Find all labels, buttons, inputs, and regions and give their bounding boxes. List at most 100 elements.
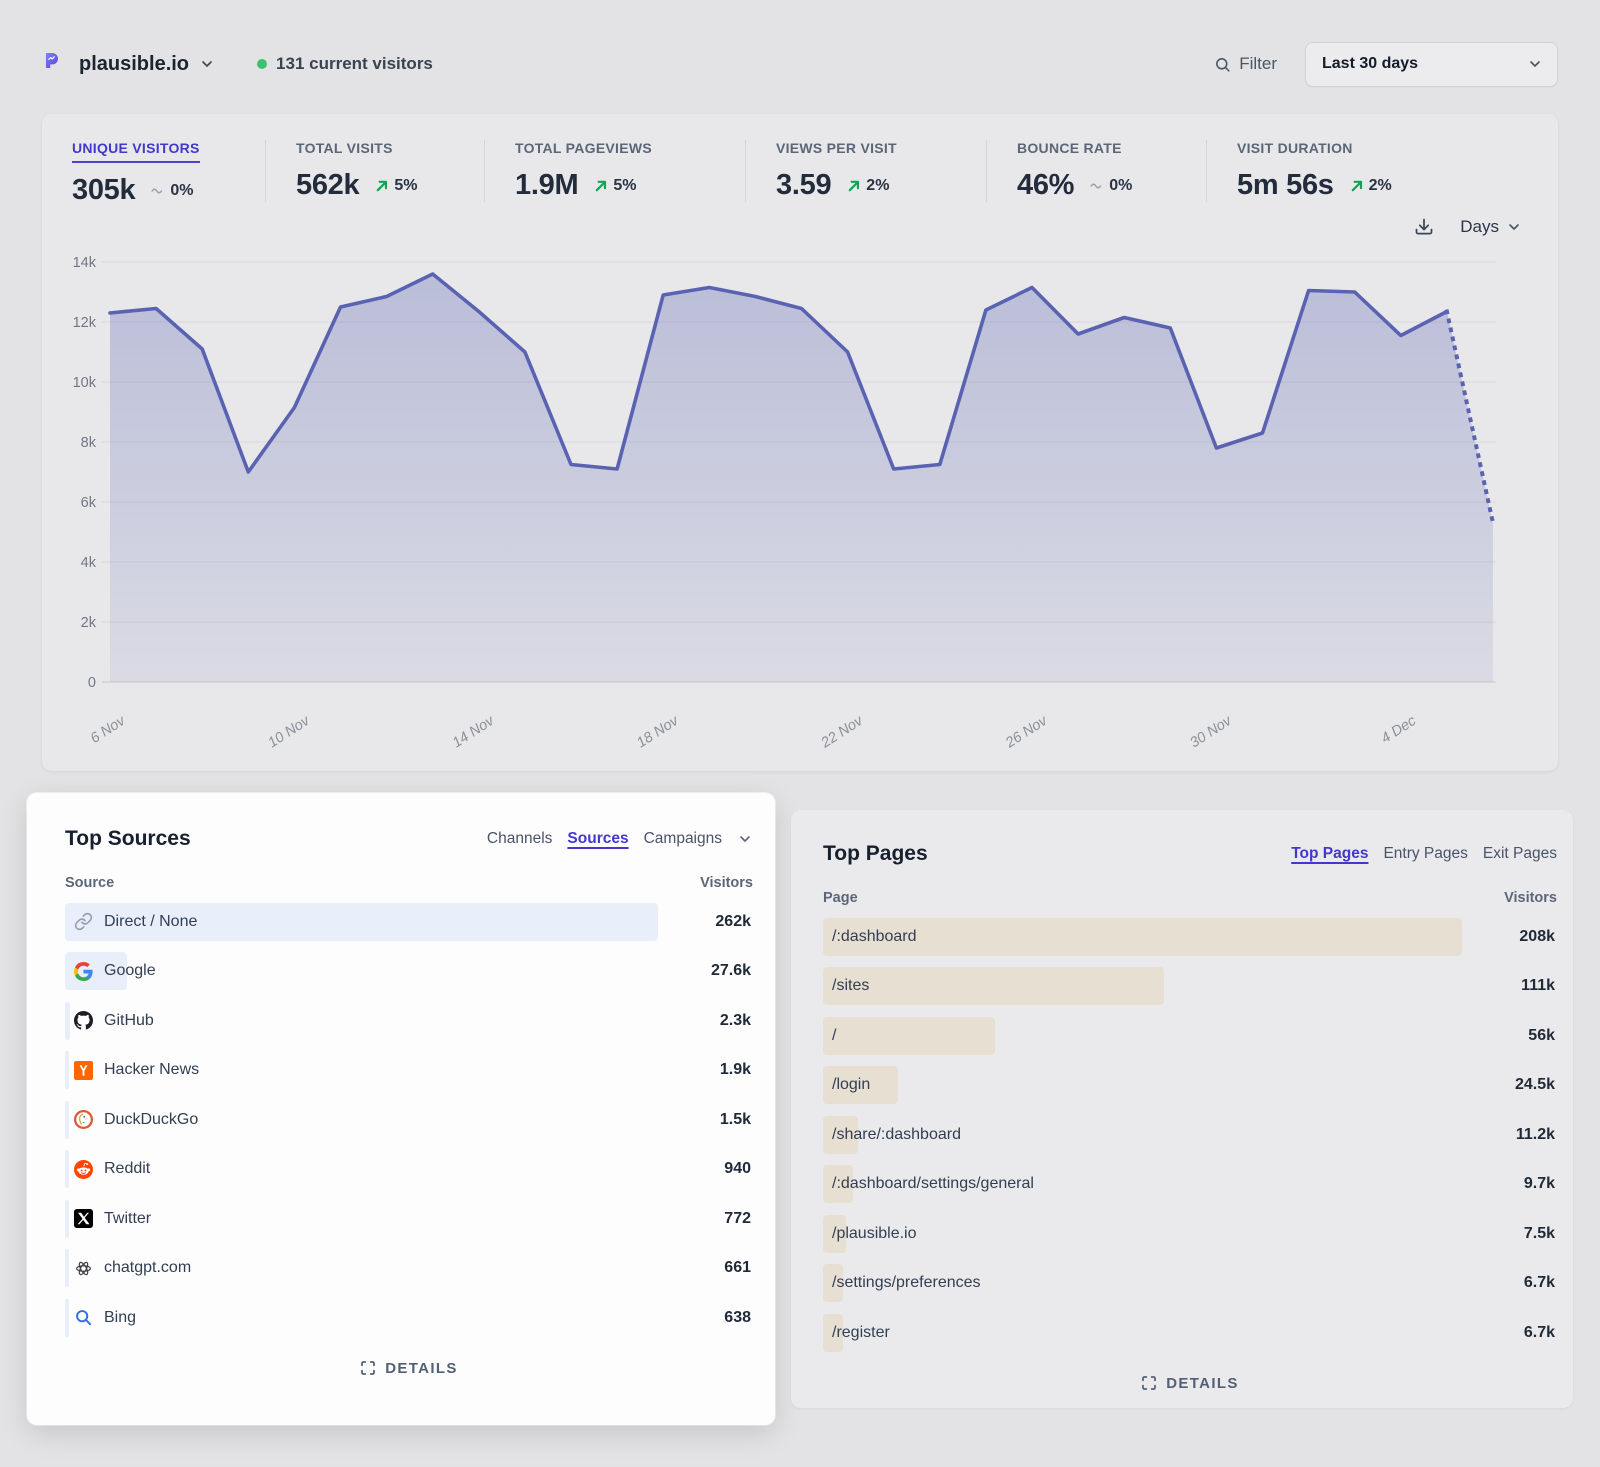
search-icon: [1214, 56, 1231, 73]
row-value: 111k: [1462, 977, 1557, 995]
pages-details-button[interactable]: DETAILS: [823, 1375, 1557, 1392]
stat-value: 46%: [1017, 169, 1074, 202]
stat-label[interactable]: VIEWS PER VISIT: [776, 140, 897, 156]
expand-icon: [1141, 1375, 1157, 1391]
source-row[interactable]: DuckDuckGo 1.5k: [65, 1095, 753, 1145]
current-visitors[interactable]: 131 current visitors: [257, 54, 433, 74]
row-label: chatgpt.com: [104, 1259, 191, 1277]
stat-change: 2%: [847, 177, 889, 195]
source-row[interactable]: Twitter 772: [65, 1194, 753, 1244]
stat-change: 5%: [375, 177, 417, 195]
source-row[interactable]: Reddit 940: [65, 1145, 753, 1195]
proportion-bar: [823, 918, 1462, 956]
svg-text:14 Nov: 14 Nov: [450, 713, 498, 751]
sources-details-button[interactable]: DETAILS: [65, 1360, 753, 1377]
stat-value: 562k: [296, 169, 359, 202]
row-label: Bing: [104, 1309, 136, 1327]
top-bar: plausible.io 131 current visitors Filter…: [42, 38, 1558, 90]
hackernews-icon: [74, 1061, 93, 1080]
row-value: 2.3k: [658, 1012, 753, 1030]
stat-change: 2%: [1350, 177, 1392, 195]
proportion-bar: [823, 967, 1164, 1005]
row-value: 940: [658, 1160, 753, 1178]
row-label: /register: [832, 1324, 890, 1342]
row-value: 6.7k: [1462, 1274, 1557, 1292]
top-sources-panel: Top Sources ChannelsSourcesCampaigns Sou…: [27, 793, 775, 1425]
stat-value: 1.9M: [515, 169, 578, 202]
page-row[interactable]: /:dashboard 208k: [823, 912, 1557, 962]
flat-wave-icon: [1090, 179, 1104, 193]
svg-text:18 Nov: 18 Nov: [634, 713, 682, 751]
stat-total-pageviews: TOTAL PAGEVIEWS 1.9M 5%: [484, 140, 745, 202]
visitors-chart[interactable]: 02k4k6k8k10k12k14k6 Nov10 Nov14 Nov18 No…: [56, 245, 1528, 756]
page-row[interactable]: /sites 111k: [823, 962, 1557, 1012]
page-row[interactable]: /:dashboard/settings/general 9.7k: [823, 1160, 1557, 1210]
page-row[interactable]: / 56k: [823, 1011, 1557, 1061]
reddit-icon: [74, 1160, 93, 1179]
download-icon[interactable]: [1414, 217, 1434, 237]
row-label: Twitter: [104, 1210, 151, 1228]
tab-entry-pages[interactable]: Entry Pages: [1383, 845, 1467, 863]
page-row[interactable]: /settings/preferences 6.7k: [823, 1259, 1557, 1309]
source-row[interactable]: chatgpt.com 661: [65, 1244, 753, 1294]
row-label: /login: [832, 1076, 870, 1094]
row-value: 27.6k: [658, 962, 753, 980]
interval-value: Days: [1460, 217, 1499, 237]
date-range-select[interactable]: Last 30 days: [1305, 42, 1558, 87]
breakdown-panels: Top Sources ChannelsSourcesCampaigns Sou…: [27, 793, 1573, 1425]
page-row[interactable]: /register 6.7k: [823, 1308, 1557, 1358]
source-row[interactable]: Hacker News 1.9k: [65, 1046, 753, 1096]
row-value: 9.7k: [1462, 1175, 1557, 1193]
stat-label[interactable]: TOTAL VISITS: [296, 140, 393, 156]
svg-text:10 Nov: 10 Nov: [265, 713, 313, 751]
tab-channels[interactable]: Channels: [487, 830, 553, 848]
svg-text:26 Nov: 26 Nov: [1002, 713, 1051, 751]
link-icon: [74, 912, 93, 931]
site-switcher[interactable]: plausible.io: [42, 51, 215, 78]
row-label: GitHub: [104, 1012, 154, 1030]
source-row[interactable]: Bing 638: [65, 1293, 753, 1343]
tab-exit-pages[interactable]: Exit Pages: [1483, 845, 1557, 863]
stat-label[interactable]: TOTAL PAGEVIEWS: [515, 140, 652, 156]
stat-label[interactable]: BOUNCE RATE: [1017, 140, 1122, 156]
tab-top-pages[interactable]: Top Pages: [1291, 845, 1368, 863]
stat-label[interactable]: UNIQUE VISITORS: [72, 140, 200, 163]
current-visitors-label: 131 current visitors: [276, 54, 433, 74]
stat-views-per-visit: VIEWS PER VISIT 3.59 2%: [745, 140, 986, 202]
row-label: /plausible.io: [832, 1225, 917, 1243]
page-row[interactable]: /plausible.io 7.5k: [823, 1209, 1557, 1259]
svg-text:2k: 2k: [81, 615, 97, 631]
filter-button[interactable]: Filter: [1214, 54, 1277, 74]
page-row[interactable]: /share/:dashboard 11.2k: [823, 1110, 1557, 1160]
up-arrow-icon: [594, 179, 608, 193]
svg-text:4k: 4k: [81, 555, 97, 571]
source-row[interactable]: GitHub 2.3k: [65, 996, 753, 1046]
stat-value: 3.59: [776, 169, 831, 202]
filter-label: Filter: [1239, 54, 1277, 74]
tab-campaigns[interactable]: Campaigns: [644, 830, 722, 848]
pages-details-label: DETAILS: [1166, 1375, 1239, 1392]
top-pages-tabs: Top Pages Entry Pages Exit Pages: [1291, 845, 1557, 863]
top-pages-title: Top Pages: [823, 842, 928, 866]
chevron-down-icon: [1506, 219, 1522, 235]
pages-list: /:dashboard 208k /sites 111k /: [823, 912, 1557, 1358]
live-dot-icon: [257, 59, 267, 69]
expand-icon: [360, 1360, 376, 1376]
stat-total-visits: TOTAL VISITS 562k 5%: [265, 140, 484, 202]
stat-label[interactable]: VISIT DURATION: [1237, 140, 1353, 156]
stat-value: 305k: [72, 174, 135, 207]
chart-controls: Days: [72, 211, 1522, 243]
row-value: 56k: [1462, 1027, 1557, 1045]
row-label: /settings/preferences: [832, 1274, 981, 1292]
interval-select[interactable]: Days: [1460, 217, 1522, 237]
sources-details-label: DETAILS: [385, 1360, 458, 1377]
source-row[interactable]: Direct / None 262k: [65, 897, 753, 947]
svg-text:10k: 10k: [73, 375, 97, 391]
bing-icon: [74, 1308, 93, 1327]
source-row[interactable]: Google 27.6k: [65, 947, 753, 997]
page-row[interactable]: /login 24.5k: [823, 1061, 1557, 1111]
stat-visit-duration: VISIT DURATION 5m 56s 2%: [1206, 140, 1392, 202]
row-value: 24.5k: [1462, 1076, 1557, 1094]
overview-card: UNIQUE VISITORS 305k 0% TOTAL VISITS 562…: [42, 114, 1558, 771]
tab-sources[interactable]: Sources: [567, 830, 628, 848]
